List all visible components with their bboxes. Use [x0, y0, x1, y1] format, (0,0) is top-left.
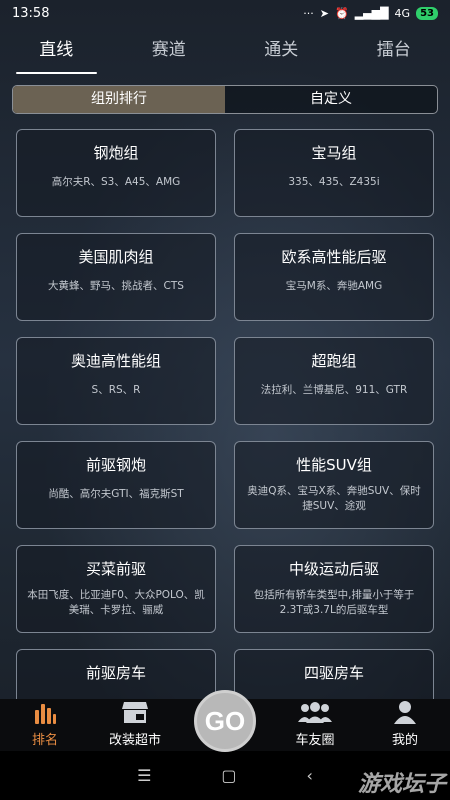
tab-track[interactable]: 赛道 [113, 30, 226, 74]
card-title: 中级运动后驱 [288, 560, 379, 578]
nav-shop[interactable]: 改装超市 [90, 699, 180, 751]
friends-icon [297, 699, 333, 724]
profile-icon [394, 699, 416, 724]
notification-dots: ··· [303, 6, 314, 20]
nav-rank[interactable]: 排名 [0, 699, 90, 751]
watermark: 游戏坛子 [357, 772, 446, 797]
group-card[interactable]: 前驱钢炮 尚酷、高尔夫GTI、福克斯ST [16, 441, 216, 529]
group-card[interactable]: 四驱房车 [234, 649, 434, 699]
menu-icon[interactable]: ☰ [137, 766, 151, 785]
card-desc: 奥迪Q系、宝马X系、奔驰SUV、保时捷SUV、途观 [247, 485, 421, 512]
status-time: 13:58 [12, 5, 50, 21]
group-card[interactable]: 宝马组 335、435、Z435i [234, 129, 434, 217]
segment-control: 组别排行 自定义 [12, 85, 438, 114]
group-card[interactable]: 奥迪高性能组 S、RS、R [16, 337, 216, 425]
card-title: 美国肌肉组 [78, 248, 154, 266]
card-title: 四驱房车 [303, 664, 364, 682]
group-card[interactable]: 中级运动后驱 包括所有轿车类型中,排量小于等于2.3T或3.7L的后驱车型 [234, 545, 434, 633]
card-desc: 包括所有轿车类型中,排量小于等于2.3T或3.7L的后驱车型 [253, 589, 415, 616]
home-icon[interactable]: ▢ [221, 766, 236, 785]
card-desc: S、RS、R [91, 384, 141, 396]
location-icon: ➤ [319, 6, 329, 20]
group-card[interactable]: 欧系高性能后驱 宝马M系、奔驰AMG [234, 233, 434, 321]
nav-mine[interactable]: 我的 [360, 699, 450, 751]
go-button[interactable]: GO [194, 690, 256, 752]
status-icons: ··· ➤ ⏰ ▂▄▆█ 4G 53 [303, 6, 438, 20]
group-card[interactable]: 买菜前驱 本田飞度、比亚迪F0、大众POLO、凯美瑞、卡罗拉、骊威 [16, 545, 216, 633]
group-card[interactable]: 性能SUV组 奥迪Q系、宝马X系、奔驰SUV、保时捷SUV、途观 [234, 441, 434, 529]
status-bar: 13:58 ··· ➤ ⏰ ▂▄▆█ 4G 53 [0, 0, 450, 26]
card-title: 钢炮组 [93, 144, 139, 162]
group-card[interactable]: 钢炮组 高尔夫R、S3、A45、AMG [16, 129, 216, 217]
nav-friends-label: 车友圈 [295, 733, 335, 748]
card-desc: 高尔夫R、S3、A45、AMG [51, 176, 181, 188]
card-desc: 大黄蜂、野马、挑战者、CTS [48, 280, 184, 292]
card-desc: 本田飞度、比亚迪F0、大众POLO、凯美瑞、卡罗拉、骊威 [27, 589, 205, 616]
card-desc: 尚酷、高尔夫GTI、福克斯ST [48, 488, 184, 500]
card-desc: 335、435、Z435i [288, 176, 380, 188]
card-desc: 宝马M系、奔驰AMG [285, 280, 383, 292]
card-title: 宝马组 [311, 144, 357, 162]
card-title: 前驱钢炮 [85, 456, 146, 474]
group-card-grid: 钢炮组 高尔夫R、S3、A45、AMG 宝马组 335、435、Z435i 美国… [16, 129, 434, 699]
card-title: 性能SUV组 [296, 456, 372, 474]
top-tabs: 直线 赛道 通关 擂台 [0, 30, 450, 74]
card-desc: 法拉利、兰博基尼、911、GTR [260, 384, 408, 396]
bar-chart-icon [33, 699, 57, 724]
signal-icon: ▂▄▆█ [354, 6, 389, 20]
card-title: 欧系高性能后驱 [281, 248, 387, 266]
card-title: 奥迪高性能组 [70, 352, 161, 370]
card-title: 前驱房车 [85, 664, 146, 682]
nav-mine-label: 我的 [391, 733, 418, 748]
group-card[interactable]: 超跑组 法拉利、兰博基尼、911、GTR [234, 337, 434, 425]
alarm-icon: ⏰ [335, 6, 349, 20]
tab-clearance[interactable]: 通关 [225, 30, 338, 74]
tab-straight[interactable]: 直线 [0, 30, 113, 74]
nav-rank-label: 排名 [31, 733, 58, 748]
back-icon[interactable]: ‹ [307, 766, 313, 785]
nav-shop-label: 改装超市 [108, 733, 161, 748]
card-title: 超跑组 [311, 352, 357, 370]
group-card[interactable]: 美国肌肉组 大黄蜂、野马、挑战者、CTS [16, 233, 216, 321]
card-title: 买菜前驱 [85, 560, 146, 578]
shop-icon [121, 699, 149, 724]
segment-group-ranking[interactable]: 组别排行 [13, 86, 225, 113]
network-type: 4G [394, 6, 411, 20]
battery-icon: 53 [416, 6, 438, 20]
tab-arena[interactable]: 擂台 [338, 30, 450, 74]
nav-friends[interactable]: 车友圈 [270, 699, 360, 751]
segment-custom[interactable]: 自定义 [225, 86, 437, 113]
group-card[interactable]: 前驱房车 [16, 649, 216, 699]
